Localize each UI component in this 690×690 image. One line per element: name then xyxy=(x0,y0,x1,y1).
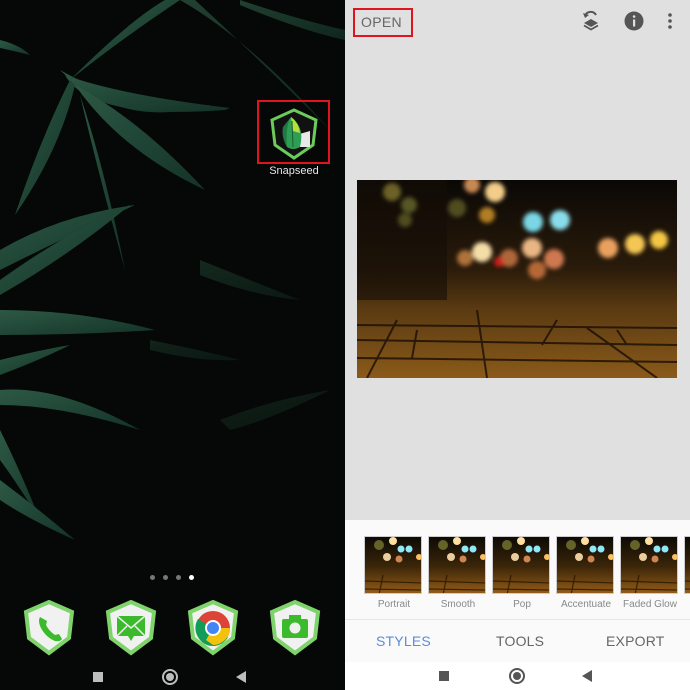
style-label: Pop xyxy=(513,599,531,610)
style-label: Portrait xyxy=(377,599,411,610)
system-navbar xyxy=(0,665,345,690)
page-dot xyxy=(176,575,181,580)
style-item[interactable]: Faded Glow xyxy=(620,536,680,610)
message-envelope-icon[interactable] xyxy=(104,600,158,656)
more-vert-icon[interactable] xyxy=(659,10,681,32)
back-button[interactable] xyxy=(236,671,246,683)
open-button[interactable]: OPEN xyxy=(353,8,413,37)
back-button[interactable] xyxy=(582,670,592,682)
chrome-icon[interactable] xyxy=(186,600,240,656)
top-toolbar: OPEN xyxy=(345,0,690,44)
system-navbar xyxy=(345,662,690,690)
phone-icon[interactable] xyxy=(22,600,76,656)
photo-image xyxy=(357,180,677,378)
style-label: Accentuate xyxy=(560,599,612,610)
bottom-tabs: STYLES TOOLS EXPORT xyxy=(345,620,690,662)
page-dot xyxy=(150,575,155,580)
page-indicator xyxy=(150,575,194,580)
snapseed-leaf-icon xyxy=(270,108,318,160)
bottom-panel: Portrait Smooth Pop Accentuate Faded Glow ST… xyxy=(345,520,690,690)
snapseed-app: OPEN Portrait Smooth Pop Accentuate Fade… xyxy=(345,0,690,690)
split-screenshot: Snapseed OPEN Portrait Smooth Pop Accent… xyxy=(0,0,690,690)
camera-icon[interactable] xyxy=(268,600,322,656)
home-button[interactable] xyxy=(509,668,525,684)
style-item[interactable]: Pop xyxy=(492,536,552,610)
page-dot xyxy=(163,575,168,580)
recents-button[interactable] xyxy=(439,671,449,681)
snapseed-app-label[interactable]: Snapseed xyxy=(255,165,333,177)
style-label: Faded Glow xyxy=(623,599,677,610)
edited-photo[interactable] xyxy=(357,180,677,378)
style-thumbnail xyxy=(364,536,422,594)
style-item-partial[interactable] xyxy=(684,536,690,594)
layers-undo-icon[interactable] xyxy=(580,10,602,32)
styles-carousel[interactable]: Portrait Smooth Pop Accentuate Faded Glow xyxy=(345,520,690,620)
style-label: Smooth xyxy=(440,599,476,610)
snapseed-app-icon-highlight[interactable] xyxy=(257,100,330,164)
home-button[interactable] xyxy=(162,669,178,685)
info-icon[interactable] xyxy=(623,10,645,32)
style-thumbnail xyxy=(492,536,550,594)
style-item[interactable]: Accentuate xyxy=(556,536,616,610)
style-thumbnail xyxy=(556,536,614,594)
recents-button[interactable] xyxy=(93,672,103,682)
page-dot-active xyxy=(189,575,194,580)
style-item[interactable]: Smooth xyxy=(428,536,488,610)
tab-tools[interactable]: TOOLS xyxy=(496,633,544,649)
style-thumbnail xyxy=(684,536,690,594)
style-thumbnail xyxy=(620,536,678,594)
tab-styles[interactable]: STYLES xyxy=(376,633,431,649)
home-screen: Snapseed xyxy=(0,0,345,690)
style-thumbnail xyxy=(428,536,486,594)
tab-export[interactable]: EXPORT xyxy=(606,633,665,649)
style-item[interactable]: Portrait xyxy=(364,536,424,610)
